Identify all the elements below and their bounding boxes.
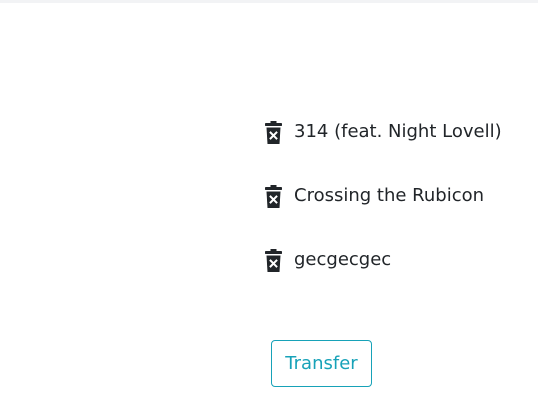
trash-x-icon — [265, 120, 282, 144]
list-item: gecgecgec — [264, 244, 502, 276]
track-name: gecgecgec — [294, 249, 392, 270]
trash-x-icon — [265, 184, 282, 208]
delete-track-button[interactable] — [264, 248, 283, 272]
delete-track-button[interactable] — [264, 120, 283, 144]
list-item: 314 (feat. Night Lovell) — [264, 116, 502, 148]
track-list: 314 (feat. Night Lovell) Crossing the Ru… — [264, 116, 502, 276]
track-name: 314 (feat. Night Lovell) — [294, 121, 502, 142]
top-divider — [0, 0, 538, 3]
delete-track-button[interactable] — [264, 184, 283, 208]
transfer-button[interactable]: Transfer — [271, 340, 372, 387]
list-item: Crossing the Rubicon — [264, 180, 502, 212]
trash-x-icon — [265, 248, 282, 272]
track-name: Crossing the Rubicon — [294, 185, 485, 206]
